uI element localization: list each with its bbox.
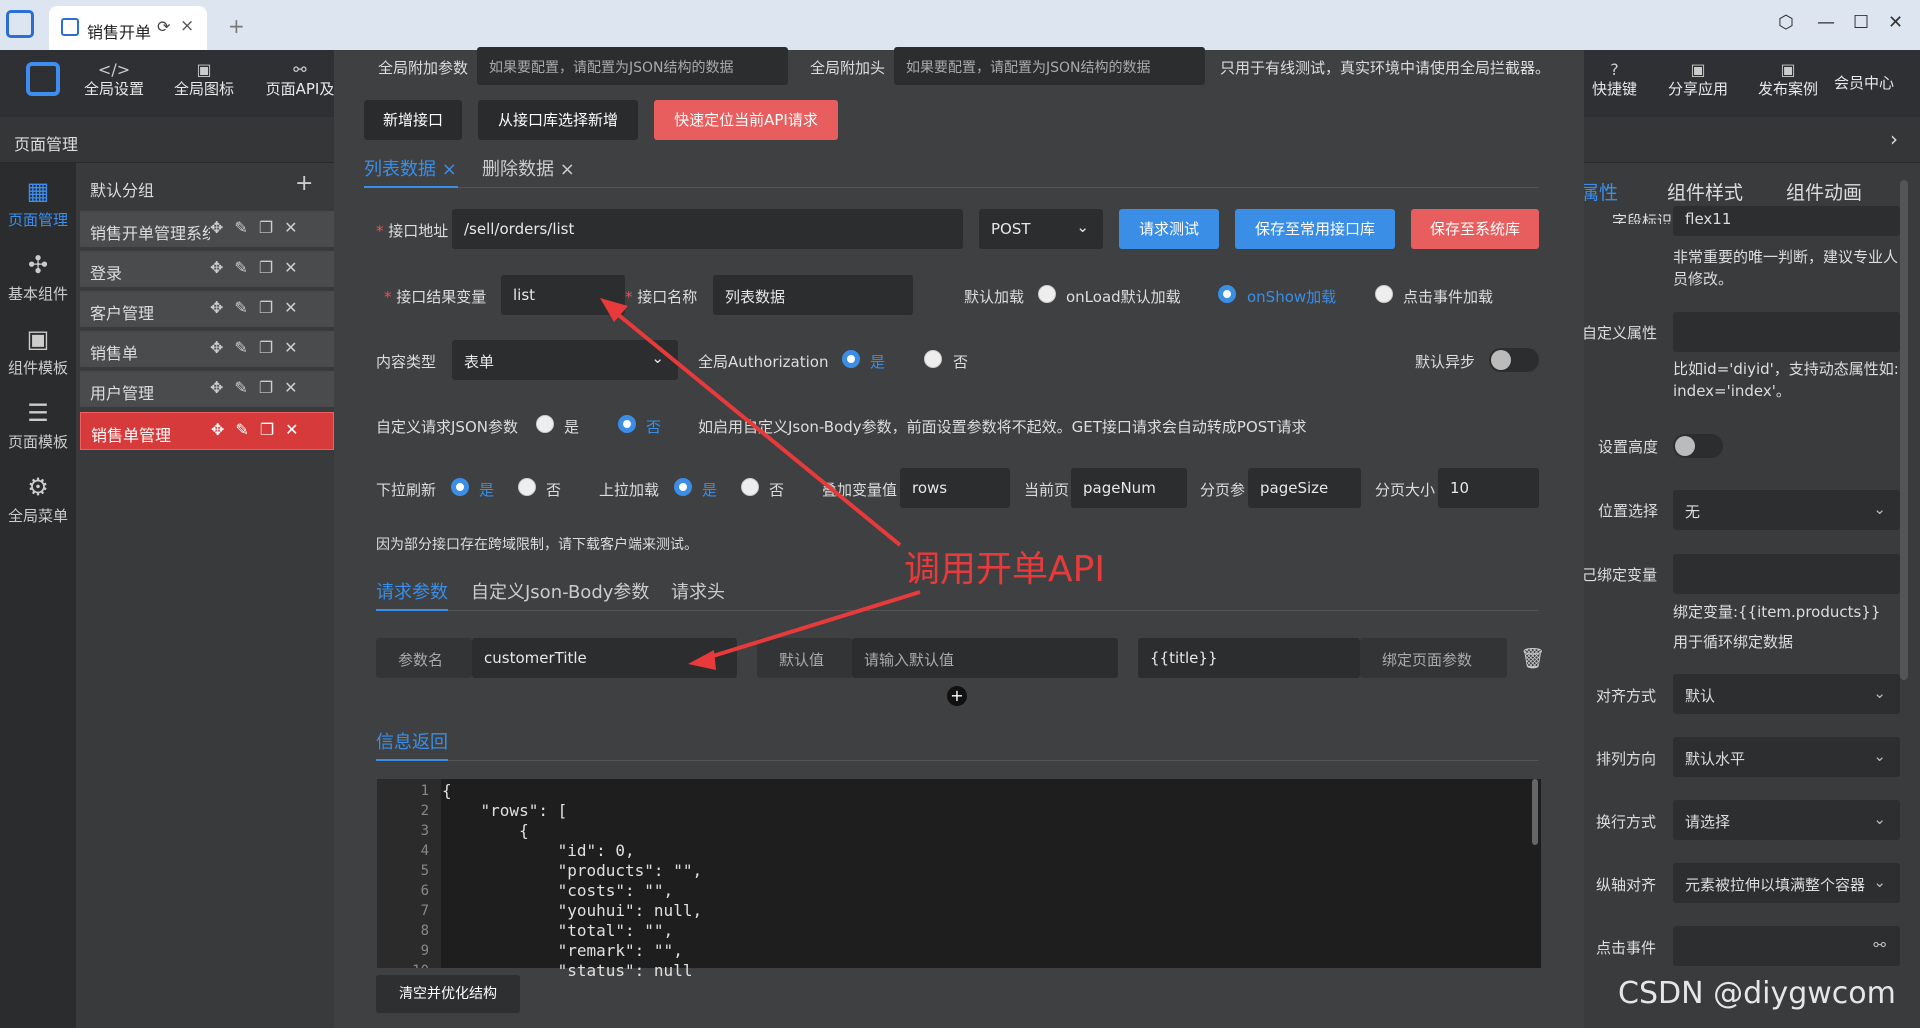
arrow-to-param [699, 590, 921, 662]
arrowhead [688, 650, 716, 670]
arrow-to-result-var [608, 306, 902, 547]
annotation-arrows [600, 298, 921, 670]
watermark: CSDN @diygwcom [1618, 976, 1896, 1011]
annotation-text: 调用开单API [904, 549, 1105, 590]
